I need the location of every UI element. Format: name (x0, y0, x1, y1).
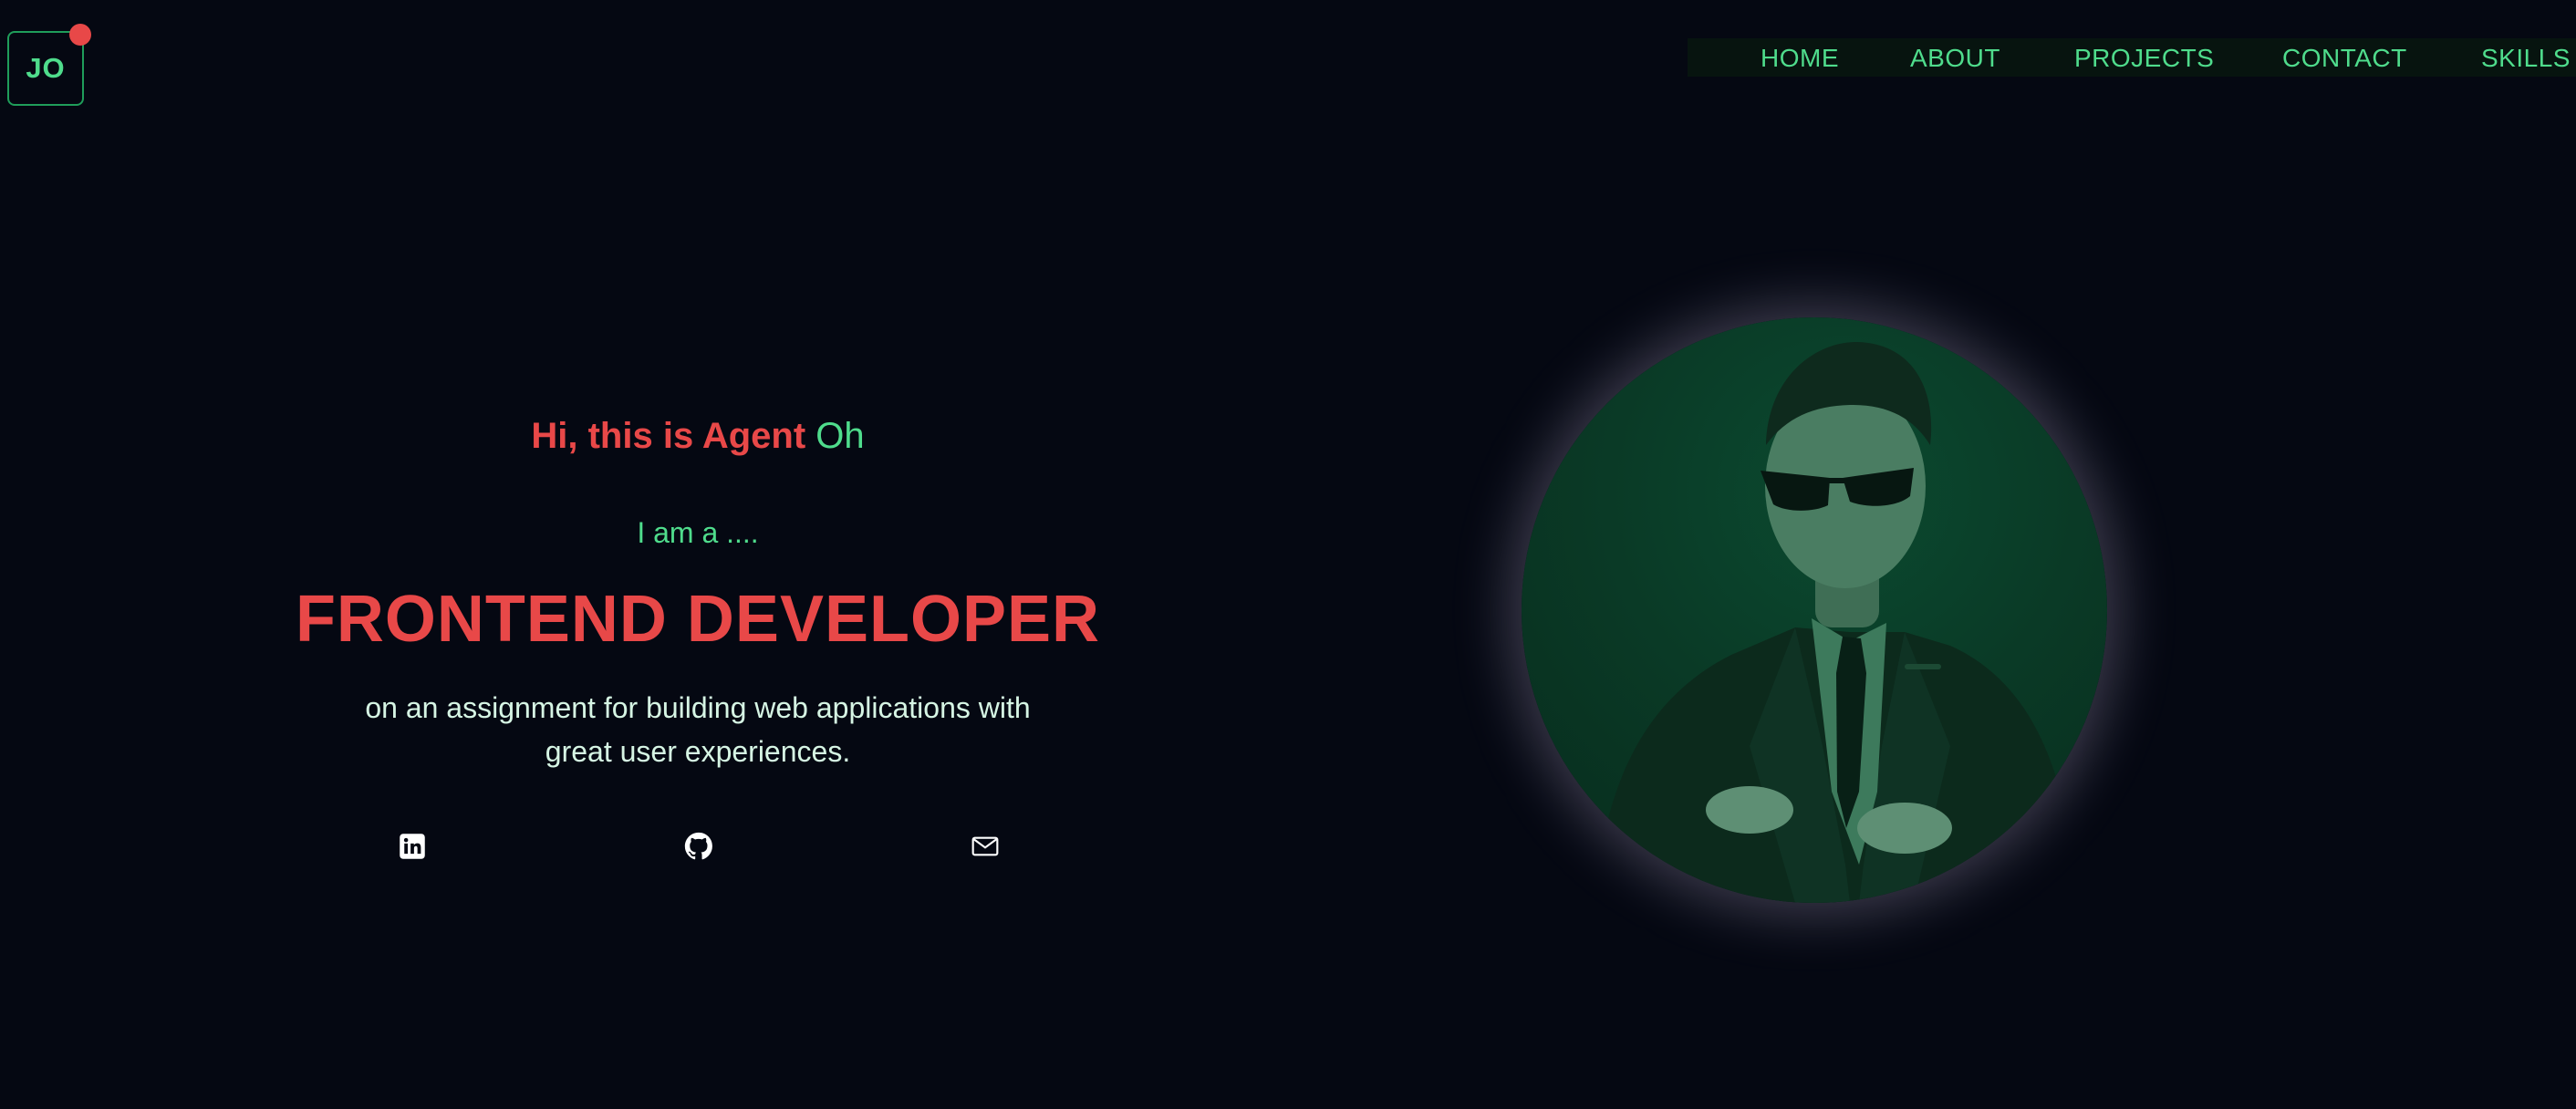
nav-item-contact[interactable]: CONTACT (2282, 44, 2407, 73)
description-line-2: great user experiences. (545, 735, 851, 768)
page-root: JO HOME ABOUT PROJECTS CONTACT SKILLS Hi… (0, 0, 2576, 1109)
github-link[interactable] (680, 828, 717, 865)
site-logo[interactable]: JO (7, 24, 91, 106)
nav-item-projects[interactable]: PROJECTS (2074, 44, 2214, 73)
linkedin-icon (399, 833, 426, 860)
logo-text: JO (26, 52, 66, 84)
nav-item-skills[interactable]: SKILLS (2481, 44, 2571, 73)
hero-intro: I am a .... (637, 516, 759, 549)
hero-role-title: FRONTEND DEVELOPER (295, 583, 1101, 656)
nav-item-home[interactable]: HOME (1761, 44, 1839, 73)
notification-dot (69, 24, 91, 46)
linkedin-link[interactable] (394, 828, 431, 865)
main-nav: HOME ABOUT PROJECTS CONTACT SKILLS (1688, 38, 2576, 77)
greeting-prefix: Hi, this is Agent (531, 416, 816, 456)
profile-photo (1522, 317, 2107, 903)
description-line-1: on an assignment for building web applic… (365, 691, 1031, 724)
nav-item-about[interactable]: ABOUT (1910, 44, 2000, 73)
hero-greeting: Hi, this is Agent Oh (274, 416, 1122, 457)
hero-description: on an assignment for building web applic… (310, 686, 1085, 773)
greeting-name: Oh (815, 416, 865, 456)
mail-icon (971, 832, 1000, 861)
mail-link[interactable] (967, 828, 1003, 865)
profile-illustration (1594, 341, 2078, 903)
hero-section: Hi, this is Agent Oh I am a .... FRONTEN… (274, 0, 1122, 1109)
github-icon (683, 831, 714, 862)
